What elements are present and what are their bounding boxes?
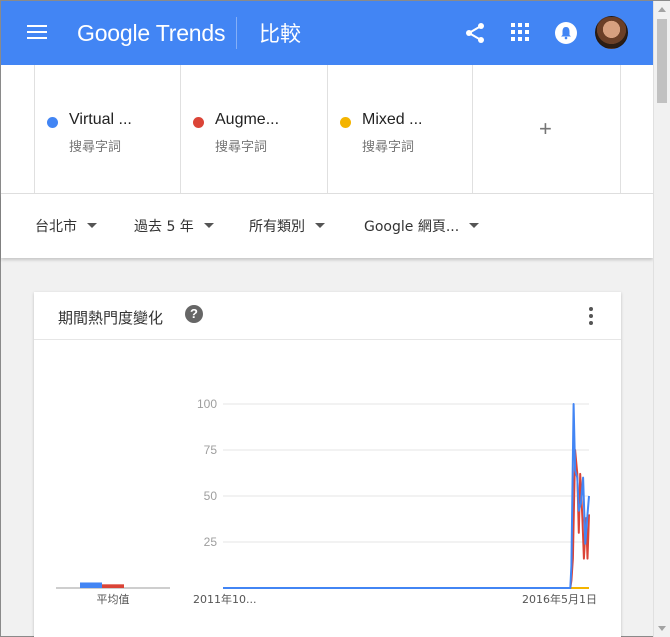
- region-filter[interactable]: 台北市: [35, 216, 97, 236]
- term-name: Augme...: [215, 111, 280, 128]
- term-color-dot: [193, 117, 204, 128]
- notifications-icon[interactable]: [555, 22, 577, 44]
- chevron-down-icon: [469, 222, 480, 228]
- header-divider: [236, 17, 237, 49]
- more-options-icon[interactable]: [585, 307, 597, 327]
- filters-bar: 台北市 過去 5 年 所有類別 Google 網頁...: [1, 194, 653, 258]
- region-filter-label: 台北市: [35, 219, 77, 235]
- term-type: 搜尋字詞: [362, 140, 415, 155]
- compare-terms-bar: Virtual ... 搜尋字詞 Augme... 搜尋字詞 Mixed ...…: [1, 65, 653, 194]
- term-type: 搜尋字詞: [69, 140, 122, 155]
- add-term-button[interactable]: +: [472, 65, 621, 193]
- y-tick-label: 25: [204, 535, 218, 549]
- average-bar: [80, 582, 102, 588]
- page-title: 比較: [259, 22, 301, 46]
- google-trends-logo[interactable]: Google Trends: [77, 19, 225, 47]
- interest-over-time-card: 期間熱門度變化 ? 100 75 50 25 2011年10... 2016年5月1日 平均…: [34, 292, 621, 637]
- time-filter-label: 過去 5 年: [134, 219, 194, 235]
- term-type: 搜尋字詞: [215, 140, 268, 155]
- series-line: [223, 449, 590, 589]
- help-icon[interactable]: ?: [185, 305, 203, 323]
- search-type-filter[interactable]: Google 網頁...: [364, 216, 480, 236]
- y-tick-label: 50: [204, 489, 218, 503]
- average-bar: [102, 584, 124, 588]
- time-filter[interactable]: 過去 5 年: [134, 216, 214, 236]
- scroll-up-arrow-icon[interactable]: [654, 1, 670, 18]
- x-tick-label: 2011年10...: [193, 592, 256, 606]
- chevron-down-icon: [203, 222, 214, 228]
- term-name: Virtual ...: [69, 111, 132, 128]
- term-color-dot: [47, 117, 58, 128]
- term-name: Mixed ...: [362, 111, 423, 128]
- user-avatar[interactable]: [595, 16, 628, 49]
- interest-chart: 100 75 50 25 2011年10... 2016年5月1日 平均值: [56, 397, 597, 606]
- card-title: 期間熱門度變化: [58, 309, 164, 327]
- category-filter[interactable]: 所有類別: [249, 216, 325, 236]
- y-tick-label: 75: [204, 443, 218, 457]
- chevron-down-icon: [87, 222, 97, 228]
- share-icon[interactable]: [463, 21, 487, 45]
- logo-google-text: Google: [77, 20, 150, 46]
- scroll-down-arrow-icon[interactable]: [654, 620, 670, 637]
- apps-icon[interactable]: [511, 23, 531, 43]
- card-header: 期間熱門度變化 ?: [34, 292, 621, 340]
- vertical-scrollbar[interactable]: [653, 1, 670, 637]
- menu-icon[interactable]: [21, 21, 55, 45]
- x-tick-label: 2016年5月1日: [522, 592, 597, 606]
- scrollbar-thumb[interactable]: [657, 19, 667, 103]
- term-card-1[interactable]: Virtual ... 搜尋字詞: [34, 65, 181, 193]
- term-card-2[interactable]: Augme... 搜尋字詞: [180, 65, 327, 193]
- y-tick-label: 100: [197, 397, 217, 411]
- add-icon: +: [539, 116, 552, 141]
- average-label: 平均值: [97, 593, 130, 606]
- app-bar: Google Trends 比較: [1, 1, 653, 65]
- term-color-dot: [340, 117, 351, 128]
- search-type-filter-label: Google 網頁...: [364, 219, 460, 235]
- term-card-3[interactable]: Mixed ... 搜尋字詞: [327, 65, 474, 193]
- category-filter-label: 所有類別: [249, 219, 305, 235]
- chevron-down-icon: [315, 222, 325, 228]
- logo-trends-text: Trends: [155, 20, 226, 46]
